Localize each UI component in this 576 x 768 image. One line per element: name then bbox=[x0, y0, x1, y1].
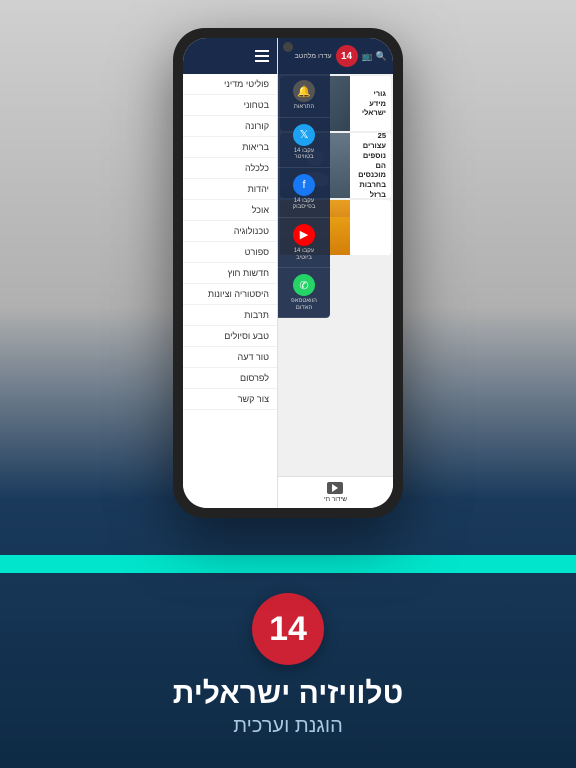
news-headline-2: 25 עצורים נוספים הם מוכנסים בחרבות ברזל bbox=[355, 133, 386, 198]
sidebar-item-economy[interactable]: כלכלה bbox=[183, 158, 277, 179]
facebook-item[interactable]: f עקבו 14בפייסבוק bbox=[278, 168, 330, 218]
sidebar-items: פוליטי מדיני בטחוני קורונה בריאות כלכלה … bbox=[183, 74, 277, 508]
live-tv-tab[interactable]: שידור חי bbox=[324, 482, 347, 503]
content-area: עדרו מלהטב 14 📺 🔍 🔔 התראות 𝕏 עק bbox=[278, 38, 393, 508]
youtube-item[interactable]: ▶ עקבו 14ביוטיב bbox=[278, 218, 330, 268]
sidebar-item-history[interactable]: היסטוריה וציונות bbox=[183, 284, 277, 305]
sidebar-item-technology[interactable]: טכנולוגיה bbox=[183, 221, 277, 242]
sidebar-item-corona[interactable]: קורונה bbox=[183, 116, 277, 137]
tab-bar: שידור חי bbox=[278, 476, 393, 508]
sidebar-item-opinion[interactable]: טור דעה bbox=[183, 347, 277, 368]
whatsapp-icon: ✆ bbox=[293, 274, 315, 296]
channel14-logo: 14 bbox=[252, 593, 324, 665]
hamburger-icon[interactable] bbox=[255, 50, 269, 62]
social-panel: 🔔 התראות 𝕏 עקבו 14בטוויטר f עקבו 14בפייס… bbox=[278, 74, 330, 318]
content-header: עדרו מלהטב 14 📺 🔍 bbox=[278, 38, 393, 74]
facebook-icon: f bbox=[293, 174, 315, 196]
sidebar-item-contact[interactable]: צור קשר bbox=[183, 389, 277, 410]
sidebar-item-health[interactable]: בריאות bbox=[183, 137, 277, 158]
sidebar-item-security[interactable]: בטחוני bbox=[183, 95, 277, 116]
phone-screen: פוליטי מדיני בטחוני קורונה בריאות כלכלה … bbox=[183, 38, 393, 508]
search-icon[interactable]: 🔍 bbox=[376, 51, 387, 62]
sidebar-item-political[interactable]: פוליטי מדיני bbox=[183, 74, 277, 95]
live-tv-label: שידור חי bbox=[324, 496, 347, 503]
youtube-icon: ▶ bbox=[293, 224, 315, 246]
main-title: טלוויזיה ישראלית bbox=[173, 677, 403, 711]
sidebar-item-foreign[interactable]: חדשות חוץ bbox=[183, 263, 277, 284]
sidebar-item-culture[interactable]: תרבות bbox=[183, 305, 277, 326]
twitter-icon: 𝕏 bbox=[293, 124, 315, 146]
whatsapp-item[interactable]: ✆ הוואטסאפהאדום bbox=[278, 268, 330, 318]
sidebar-item-judaism[interactable]: יהדות bbox=[183, 179, 277, 200]
phone-mockup: פוליטי מדיני בטחוני קורונה בריאות כלכלה … bbox=[173, 28, 403, 518]
phone-camera bbox=[283, 42, 293, 52]
news-text-1: גורי מידע ישראלי bbox=[350, 76, 391, 131]
bottom-section: 14 טלוויזיה ישראלית הוגנת וערכית bbox=[0, 558, 576, 768]
sub-title: הוגנת וערכית bbox=[233, 715, 343, 738]
header-text: עדרו מלהטב bbox=[295, 53, 332, 60]
notifications-label: התראות bbox=[294, 104, 315, 111]
sidebar-item-sport[interactable]: ספורט bbox=[183, 242, 277, 263]
sidebar-item-nature[interactable]: טבע וסיולים bbox=[183, 326, 277, 347]
youtube-label: עקבו 14ביוטיב bbox=[294, 248, 315, 261]
twitter-label: עקבו 14בטוויטר bbox=[294, 148, 315, 161]
facebook-label: עקבו 14בפייסבוק bbox=[293, 198, 316, 211]
sidebar-item-food[interactable]: אוכל bbox=[183, 200, 277, 221]
sidebar-header bbox=[183, 38, 277, 74]
phone-outer: פוליטי מדיני בטחוני קורונה בריאות כלכלה … bbox=[173, 28, 403, 518]
twitter-item[interactable]: 𝕏 עקבו 14בטוויטר bbox=[278, 118, 330, 168]
news-text-3 bbox=[350, 200, 391, 255]
news-headline-1: גורי מידע ישראלי bbox=[355, 89, 386, 118]
tv-icon: 📺 bbox=[362, 51, 373, 62]
news-text-2: 25 עצורים נוספים הם מוכנסים בחרבות ברזל bbox=[350, 133, 391, 198]
sidebar: פוליטי מדיני בטחוני קורונה בריאות כלכלה … bbox=[183, 38, 278, 508]
whatsapp-label: הוואטסאפהאדום bbox=[291, 298, 317, 311]
sidebar-item-advertising[interactable]: לפרסום bbox=[183, 368, 277, 389]
bell-icon: 🔔 bbox=[293, 80, 315, 102]
channel14-logo-header: 14 bbox=[336, 45, 358, 67]
notifications-item[interactable]: 🔔 התראות bbox=[278, 74, 330, 118]
